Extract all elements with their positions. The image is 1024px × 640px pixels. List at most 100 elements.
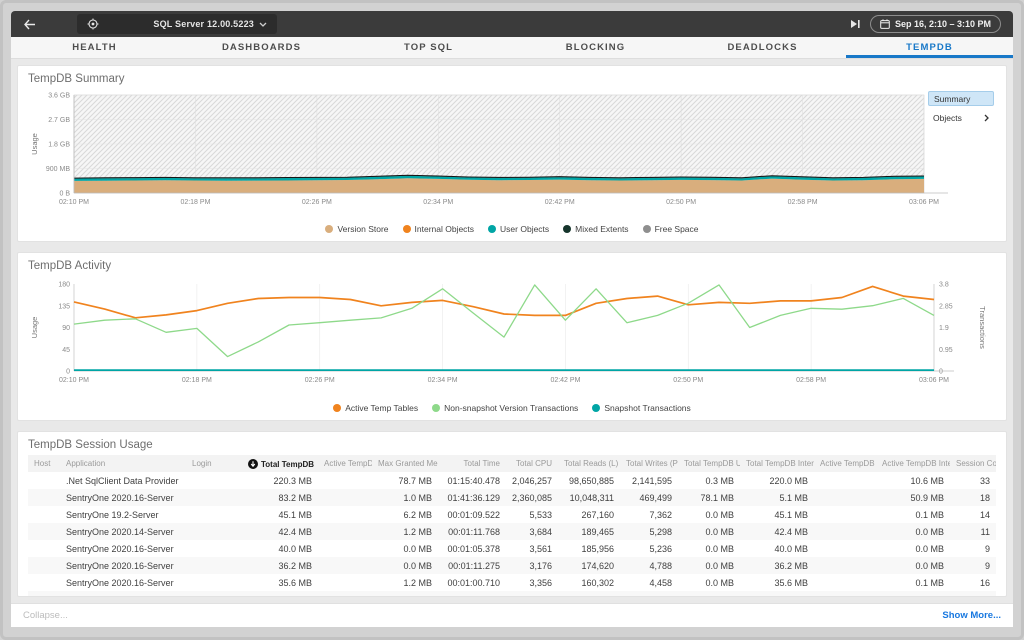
col-header-active-tempdb-user[interactable]: Active TempDB User — [814, 455, 876, 472]
cell-total-tempdb-user: 0.0 MB — [678, 523, 740, 540]
cell-active-tempdb-internal: 0.0 MB — [876, 557, 950, 574]
cell-session-count: 9 — [950, 557, 996, 574]
cell-total-tempdb-internal: 35.6 MB — [740, 574, 814, 591]
summary-legend: Version Store Internal Objects User Object… — [28, 220, 996, 238]
col-header-total-tempdb-user[interactable]: Total TempDB User — [678, 455, 740, 472]
cell-total-reads-l: 156,959 — [558, 591, 620, 597]
legend-snapshot-transactions[interactable]: Snapshot Transactions — [592, 403, 690, 413]
cell-total-tempdb: 35.6 MB — [242, 574, 318, 591]
cell-total-writes-p: 5,298 — [620, 523, 678, 540]
cell-total-cpu: 3,064 — [506, 591, 558, 597]
legend-mixed-extents[interactable]: Mixed Extents — [563, 224, 628, 234]
col-header-total-reads-l[interactable]: Total Reads (L) — [558, 455, 620, 472]
right-axis-title: Transactions — [978, 306, 987, 349]
skip-to-end-button[interactable] — [850, 19, 860, 29]
col-header-host[interactable]: Host — [28, 455, 60, 472]
y-axis-title: Usage — [30, 133, 39, 155]
svg-text:02:42 PM: 02:42 PM — [545, 199, 575, 206]
cell-session-count: 11 — [950, 523, 996, 540]
show-more-link[interactable]: Show More... — [942, 610, 1001, 621]
col-header-total-cpu[interactable]: Total CPU — [506, 455, 558, 472]
cell-max-granted-mem: 1.2 MB — [372, 574, 438, 591]
cell-session-count: 16 — [950, 574, 996, 591]
footer-bar: Collapse... Show More... — [11, 603, 1013, 627]
window-frame: SQL Server 12.00.5223 Sep 16, 2:10 – 3:1… — [0, 0, 1024, 640]
cell-login — [186, 472, 242, 489]
table-row[interactable]: SentryOne 2020.16-Server34.3 MB0.0 MB00:… — [28, 591, 996, 597]
cell-total-reads-l: 10,048,311 — [558, 489, 620, 506]
objects-view-button[interactable]: Objects — [928, 110, 994, 125]
table-row[interactable]: SentryOne 2020.16-Server36.2 MB0.0 MB00:… — [28, 557, 996, 574]
cell-active-tempdb-user — [814, 574, 876, 591]
col-header-login[interactable]: Login — [186, 455, 242, 472]
col-header-total-tempdb[interactable]: Total TempDB — [242, 455, 318, 472]
cell-active-tempdb — [318, 574, 372, 591]
legend-version-store[interactable]: Version Store — [325, 224, 388, 234]
col-header-application[interactable]: Application — [60, 455, 186, 472]
cell-max-granted-mem: 0.0 MB — [372, 540, 438, 557]
cell-active-tempdb — [318, 591, 372, 597]
cell-login — [186, 523, 242, 540]
activity-chart: 0459013518000.951.92.853.802:10 PM02:18 … — [28, 276, 990, 394]
col-header-total-time[interactable]: Total Time — [438, 455, 506, 472]
table-row[interactable]: SentryOne 2020.16-Server83.2 MB1.0 MB01:… — [28, 489, 996, 506]
cell-total-cpu: 3,561 — [506, 540, 558, 557]
legend-internal-objects[interactable]: Internal Objects — [403, 224, 475, 234]
tab-tempdb[interactable]: TEMPDB — [846, 37, 1013, 58]
cell-total-tempdb-internal: 5.1 MB — [740, 489, 814, 506]
server-selector[interactable]: SQL Server 12.00.5223 — [77, 14, 277, 34]
svg-text:0: 0 — [66, 369, 70, 376]
col-header-active-tempdb[interactable]: Active TempDB — [318, 455, 372, 472]
svg-text:02:18 PM: 02:18 PM — [182, 377, 212, 384]
cell-login — [186, 489, 242, 506]
col-header-total-writes-p[interactable]: Total Writes (P) — [620, 455, 678, 472]
legend-user-objects[interactable]: User Objects — [488, 224, 549, 234]
tab-deadlocks[interactable]: DEADLOCKS — [679, 37, 846, 58]
tab-top-sql[interactable]: TOP SQL — [345, 37, 512, 58]
date-range-button[interactable]: Sep 16, 2:10 – 3:10 PM — [870, 15, 1001, 33]
legend-active-temp-tables[interactable]: Active Temp Tables — [333, 403, 418, 413]
cell-host — [28, 523, 60, 540]
server-name-label: SQL Server 12.00.5223 — [153, 19, 267, 29]
col-header-max-granted-mem[interactable]: Max Granted Mem — [372, 455, 438, 472]
tab-dashboards[interactable]: DASHBOARDS — [178, 37, 345, 58]
svg-text:02:34 PM: 02:34 PM — [423, 199, 453, 206]
legend-label: Free Space — [655, 224, 699, 234]
collapse-link[interactable]: Collapse... — [23, 610, 68, 621]
table-row[interactable]: SentryOne 2020.14-Server42.4 MB1.2 MB00:… — [28, 523, 996, 540]
cell-active-tempdb-user — [814, 506, 876, 523]
cell-active-tempdb — [318, 557, 372, 574]
cell-login — [186, 591, 242, 597]
cell-total-time: 00:01:11.275 — [438, 557, 506, 574]
svg-text:90: 90 — [62, 325, 70, 332]
legend-free-space[interactable]: Free Space — [643, 224, 699, 234]
cell-host — [28, 506, 60, 523]
svg-text:45: 45 — [62, 347, 70, 354]
cell-application: SentryOne 2020.16-Server — [60, 591, 186, 597]
table-row[interactable]: SentryOne 2020.16-Server40.0 MB0.0 MB00:… — [28, 540, 996, 557]
tab-blocking[interactable]: BLOCKING — [512, 37, 679, 58]
svg-text:180: 180 — [58, 282, 70, 289]
cell-active-tempdb — [318, 540, 372, 557]
legend-label: Mixed Extents — [575, 224, 628, 234]
summary-view-button[interactable]: Summary — [928, 91, 994, 106]
col-header-active-tempdb-internal[interactable]: Active TempDB Internal — [876, 455, 950, 472]
table-row[interactable]: SentryOne 2020.16-Server35.6 MB1.2 MB00:… — [28, 574, 996, 591]
cell-total-cpu: 2,046,257 — [506, 472, 558, 489]
chevron-right-icon — [984, 114, 989, 122]
back-button[interactable] — [23, 19, 49, 30]
table-row[interactable]: .Net SqlClient Data Provider220.3 MB78.7… — [28, 472, 996, 489]
svg-text:03:06 PM: 03:06 PM — [919, 377, 949, 384]
cell-total-reads-l: 98,650,885 — [558, 472, 620, 489]
cell-active-tempdb-user — [814, 523, 876, 540]
cell-login — [186, 557, 242, 574]
svg-text:1.8 GB: 1.8 GB — [48, 142, 70, 149]
table-row[interactable]: SentryOne 19.2-Server45.1 MB6.2 MB00:01:… — [28, 506, 996, 523]
legend-label: Snapshot Transactions — [604, 403, 690, 413]
legend-dot — [592, 404, 600, 412]
legend-non-snapshot-version-transactions[interactable]: Non-snapshot Version Transactions — [432, 403, 578, 413]
cell-total-tempdb: 34.3 MB — [242, 591, 318, 597]
tab-health[interactable]: HEALTH — [11, 37, 178, 58]
col-header-total-tempdb-internal[interactable]: Total TempDB Internal — [740, 455, 814, 472]
col-header-session-count[interactable]: Session Count — [950, 455, 996, 472]
